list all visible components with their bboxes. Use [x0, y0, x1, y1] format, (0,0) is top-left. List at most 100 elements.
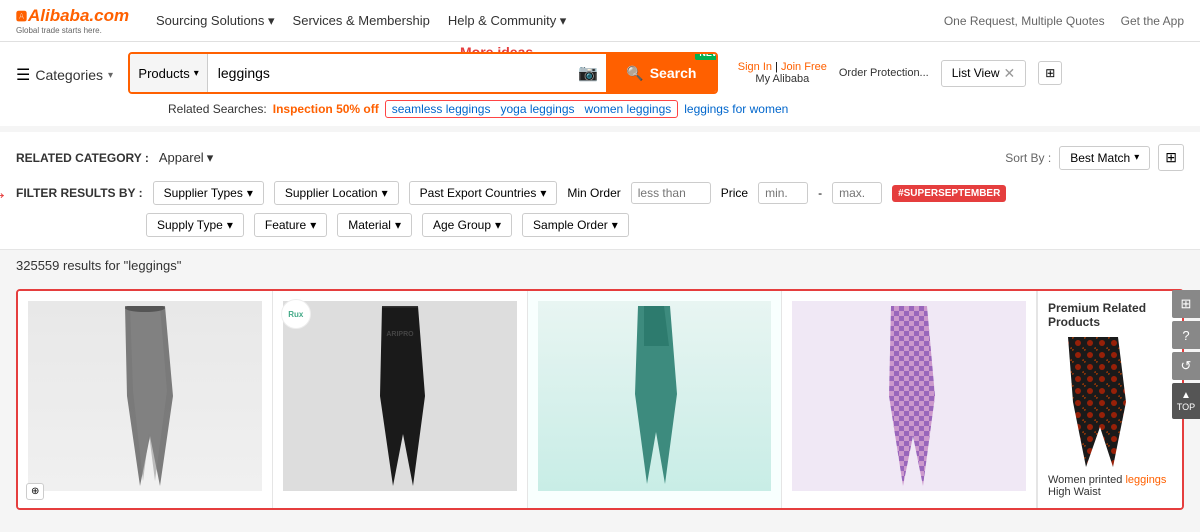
related-tag-seamless[interactable]: seamless leggings [392, 102, 491, 116]
related-tag-yoga[interactable]: yoga leggings [500, 102, 574, 116]
filter-row-1: → FILTER RESULTS BY : Supplier Types ▾ S… [16, 181, 1184, 205]
new-badge: NEW [695, 52, 718, 60]
product-image-2: ARIPRO [283, 301, 517, 491]
apparel-label: Apparel [159, 150, 204, 165]
product-card-1[interactable]: ⊕ [18, 291, 273, 508]
nav-help[interactable]: Help & Community ▾ [448, 13, 567, 29]
results-text: 325559 results for "leggings" [16, 258, 181, 273]
related-category-label: RELATED CATEGORY : [16, 151, 149, 165]
svg-text:ARIPRO: ARIPRO [386, 331, 414, 338]
supply-type-arrow-icon: ▾ [227, 218, 233, 232]
leggings-purple-svg [869, 306, 949, 486]
premium-panel: Premium Related Products Women pri [1037, 291, 1182, 508]
right-tools: ⊞ ? ↺ ▲ top [1172, 290, 1200, 419]
supplier-types-arrow-icon: ▾ [247, 186, 253, 200]
feature-button[interactable]: Feature ▾ [254, 213, 327, 237]
search-category-dropdown[interactable]: Products ▾ [130, 54, 207, 92]
age-group-button[interactable]: Age Group ▾ [422, 213, 512, 237]
logo-text: Alibaba.com [28, 6, 129, 26]
top-label: top [1177, 402, 1195, 413]
search-button-label: Search [650, 65, 697, 81]
hamburger-icon: ☰ [16, 65, 30, 85]
product-card-4[interactable] [782, 291, 1037, 508]
apparel-arrow-icon: ▾ [207, 150, 214, 166]
material-arrow-icon: ▾ [395, 218, 401, 232]
age-group-arrow-icon: ▾ [495, 218, 501, 232]
order-protection[interactable]: Order Protection... [839, 67, 929, 79]
dropdown-arrow-icon: ▾ [194, 68, 199, 79]
premium-product-image[interactable] [1048, 337, 1172, 470]
premium-leggings-svg [1048, 337, 1138, 467]
sample-order-arrow-icon: ▾ [612, 218, 618, 232]
sort-button[interactable]: Best Match ▾ [1059, 146, 1150, 170]
filter-results-arrow: → [0, 182, 8, 205]
super-september-badge[interactable]: #SUPERSEPTEMBER [892, 185, 1006, 202]
nav-get-app[interactable]: Get the App [1121, 14, 1184, 28]
categories-toggle[interactable]: ☰ Categories ▾ [16, 65, 113, 85]
nav-services[interactable]: Services & Membership [293, 13, 430, 28]
sort-value: Best Match [1070, 151, 1130, 165]
top-tool-button[interactable]: ▲ top [1172, 383, 1200, 419]
display-toggle[interactable]: ⊞ [1158, 144, 1184, 171]
top-nav: 🅰 Alibaba.com Global trade starts here. … [0, 0, 1200, 42]
camera-icon[interactable]: 📷 [570, 54, 606, 92]
supplier-location-arrow-icon: ▾ [382, 186, 388, 200]
close-icon[interactable]: ✕ [1004, 65, 1016, 82]
material-button[interactable]: Material ▾ [337, 213, 412, 237]
search-category-label: Products [138, 66, 189, 81]
product-grid-wrap: ⊕ Rux ARIPRO [0, 281, 1200, 526]
filter-row-2: Supply Type ▾ Feature ▾ Material ▾ Age G… [16, 213, 1184, 237]
list-view-label: List View [952, 66, 1000, 80]
leggings-black-svg: ARIPRO [360, 306, 440, 486]
sign-in-link[interactable]: Sign In [738, 61, 772, 73]
product-image-3 [538, 301, 772, 491]
join-free-link[interactable]: Join Free [781, 61, 827, 73]
recent-tool-button[interactable]: ↺ [1172, 352, 1200, 380]
min-order-input[interactable] [631, 182, 711, 204]
nav-quote: One Request, Multiple Quotes [944, 14, 1105, 28]
nav-sourcing[interactable]: Sourcing Solutions ▾ [156, 13, 275, 29]
supplier-location-button[interactable]: Supplier Location ▾ [274, 181, 399, 205]
min-order-label: Min Order [567, 186, 620, 200]
apparel-filter-button[interactable]: Apparel ▾ [159, 150, 213, 166]
feature-arrow-icon: ▾ [310, 218, 316, 232]
nav-links: Sourcing Solutions ▾ Services & Membersh… [156, 13, 566, 29]
related-label: Related Searches: [168, 102, 267, 116]
related-promo[interactable]: Inspection 50% off [273, 102, 379, 116]
list-view-button[interactable]: List View ✕ [941, 60, 1027, 87]
premium-link[interactable]: leggings [1125, 474, 1166, 486]
product-card-2[interactable]: Rux ARIPRO [273, 291, 528, 508]
grid-view-button[interactable]: ⊞ [1038, 61, 1062, 85]
my-alibaba-link[interactable]: My Alibaba [738, 73, 827, 85]
search-bar: Products ▾ 📷 🔍 Search NEW [128, 52, 718, 94]
results-header: 325559 results for "leggings" [0, 250, 1200, 281]
price-min-input[interactable] [758, 182, 808, 204]
related-tag-plain[interactable]: leggings for women [684, 102, 788, 116]
product-card-3[interactable] [528, 291, 783, 508]
logo[interactable]: 🅰 Alibaba.com Global trade starts here. [16, 6, 136, 35]
categories-label: Categories [35, 67, 103, 83]
related-searches: Related Searches: Inspection 50% off sea… [16, 94, 1184, 126]
price-max-input[interactable] [832, 182, 882, 204]
product-image-4 [792, 301, 1026, 491]
product-image-1 [28, 301, 262, 491]
search-section: More ideas ↓ ☰ Categories ▾ Products ▾ 📷… [0, 42, 1200, 126]
price-label: Price [721, 186, 748, 200]
top-arrow-icon: ▲ [1181, 390, 1191, 402]
search-input[interactable] [208, 54, 571, 92]
sample-order-button[interactable]: Sample Order ▾ [522, 213, 629, 237]
past-export-button[interactable]: Past Export Countries ▾ [409, 181, 558, 205]
help-tool-button[interactable]: ? [1172, 321, 1200, 349]
filter-section: RELATED CATEGORY : Apparel ▾ Sort By : B… [0, 132, 1200, 250]
premium-title: Premium Related Products [1048, 301, 1172, 329]
logo-tagline: Global trade starts here. [16, 26, 136, 35]
related-tag-women[interactable]: women leggings [585, 102, 672, 116]
premium-desc-text: Women printed [1048, 474, 1122, 486]
rfq-tool-button[interactable]: ⊞ [1172, 290, 1200, 318]
product-add-icon[interactable]: ⊕ [26, 483, 44, 500]
sign-in-area[interactable]: Sign In | Join Free My Alibaba [738, 61, 827, 85]
past-export-arrow-icon: ▾ [540, 186, 546, 200]
supply-type-button[interactable]: Supply Type ▾ [146, 213, 244, 237]
related-highlighted-box: seamless leggings yoga leggings women le… [385, 100, 679, 118]
supplier-types-button[interactable]: Supplier Types ▾ [153, 181, 264, 205]
